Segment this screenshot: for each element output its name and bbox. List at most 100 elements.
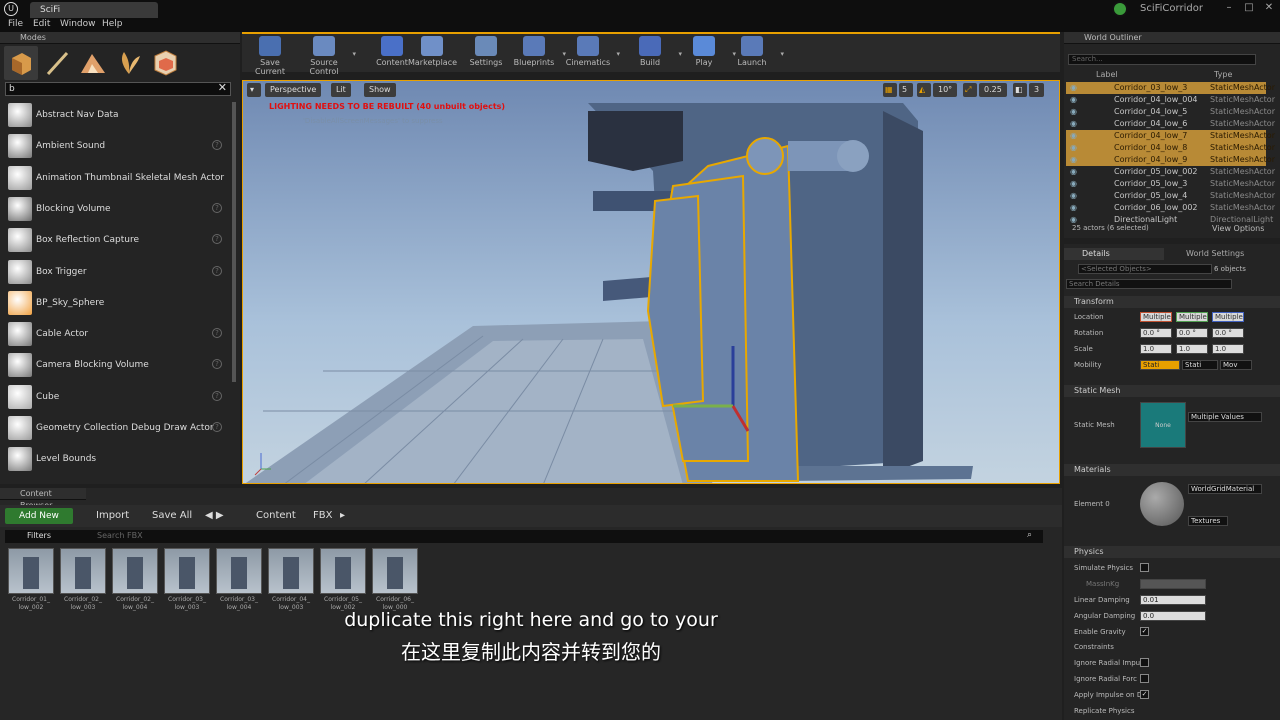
details-tab[interactable]: Details: [1064, 248, 1164, 260]
content-browser-tab[interactable]: Content Browser: [0, 488, 86, 510]
mode-list-item[interactable]: BP_Sky_Sphere: [0, 288, 232, 319]
label-column-header[interactable]: Label: [1096, 70, 1118, 79]
outliner-row[interactable]: ◉ Corridor_05_low_3 StaticMeshActor: [1066, 178, 1275, 190]
asset-tile[interactable]: Corridor_04_ low_003: [268, 548, 314, 618]
document-tab[interactable]: SciFi: [30, 2, 158, 18]
help-icon[interactable]: ?: [212, 359, 222, 370]
level-viewport[interactable]: ▾ Perspective Lit Show LIGHTING NEEDS TO…: [242, 80, 1060, 484]
mobility-static-button[interactable]: Stati: [1140, 360, 1180, 370]
mode-list-item[interactable]: Cable Actor?: [0, 319, 232, 350]
minimize-icon[interactable]: –: [1222, 2, 1236, 14]
details-search-input[interactable]: Search Details: [1066, 279, 1232, 289]
modes-search-input[interactable]: b ✕: [5, 82, 231, 96]
visibility-eye-icon[interactable]: ◉: [1070, 190, 1077, 202]
asset-tile[interactable]: Corridor_05_ low_002: [320, 548, 366, 618]
build-button[interactable]: Build ▾: [626, 36, 682, 72]
transform-section[interactable]: Transform: [1064, 296, 1280, 308]
mode-list-item[interactable]: Animation Thumbnail Skeletal Mesh Actor: [0, 163, 232, 194]
path-fbx[interactable]: FBX: [313, 510, 332, 521]
scale-x-field[interactable]: 1.0: [1140, 344, 1172, 354]
outliner-row[interactable]: ◉ Corridor_04_low_5 StaticMeshActor: [1066, 106, 1275, 118]
outliner-row[interactable]: ◉ Corridor_04_low_8 StaticMeshActor: [1066, 142, 1275, 154]
location-x-field[interactable]: Multiple: [1140, 312, 1172, 322]
asset-tile[interactable]: Corridor_06_ low_000: [372, 548, 418, 618]
simulate-physics-checkbox[interactable]: [1140, 563, 1149, 572]
mobility-movable-button[interactable]: Mov: [1220, 360, 1252, 370]
asset-tile[interactable]: Corridor_02_ low_003: [60, 548, 106, 618]
import-button[interactable]: Import: [96, 510, 129, 521]
grid-size[interactable]: 5: [899, 83, 913, 97]
blueprints-button[interactable]: Blueprints ▾: [510, 36, 566, 72]
settings-button[interactable]: Settings: [462, 36, 510, 72]
mode-list-item[interactable]: Geometry Collection Debug Draw Actor?: [0, 413, 232, 444]
physics-section[interactable]: Physics: [1064, 546, 1280, 558]
world-outliner-tab[interactable]: World Outliner: [1064, 32, 1280, 44]
save-current-button[interactable]: Save Current: [246, 36, 294, 76]
save-all-button[interactable]: Save All: [152, 510, 192, 521]
cinematics-button[interactable]: Cinematics ▾: [564, 36, 620, 72]
paint-mode-icon[interactable]: [40, 46, 74, 80]
add-new-button[interactable]: Add New: [5, 508, 73, 524]
visibility-eye-icon[interactable]: ◉: [1070, 118, 1077, 130]
help-icon[interactable]: ?: [212, 265, 222, 276]
mode-list-item[interactable]: Box Reflection Capture?: [0, 225, 232, 256]
selected-objects-field[interactable]: <Selected Objects>: [1078, 264, 1212, 274]
static-mesh-section[interactable]: Static Mesh: [1064, 385, 1280, 397]
camera-speed-value[interactable]: 3: [1029, 83, 1045, 97]
help-icon[interactable]: ?: [212, 328, 222, 339]
type-column-header[interactable]: Type: [1214, 70, 1232, 79]
visibility-eye-icon[interactable]: ◉: [1070, 166, 1077, 178]
play-button[interactable]: Play ▾: [680, 36, 736, 72]
mode-list-item[interactable]: Abstract Nav Data: [0, 100, 232, 131]
apply-impulse-checkbox[interactable]: ✓: [1140, 690, 1149, 699]
marketplace-button[interactable]: Marketplace: [408, 36, 457, 72]
grid-snap-icon[interactable]: ▦: [883, 83, 897, 97]
history-back-icon[interactable]: ◀ ▶: [205, 510, 224, 521]
geometry-mode-icon[interactable]: [148, 46, 182, 80]
outliner-row[interactable]: ◉ Corridor_06_low_002 StaticMeshActor: [1066, 202, 1275, 214]
mode-list-item[interactable]: Ambient Sound?: [0, 131, 232, 162]
location-z-field[interactable]: Multiple: [1212, 312, 1244, 322]
static-mesh-thumbnail[interactable]: None: [1140, 402, 1186, 448]
linear-damping-field[interactable]: 0.01: [1140, 595, 1206, 605]
visibility-eye-icon[interactable]: ◉: [1070, 82, 1077, 94]
menu-help[interactable]: Help: [102, 19, 123, 29]
ignore-radial-force-checkbox[interactable]: [1140, 674, 1149, 683]
mode-list-item[interactable]: Box Trigger?: [0, 257, 232, 288]
rotation-y-field[interactable]: 0.0 °: [1176, 328, 1208, 338]
location-y-field[interactable]: Multiple: [1176, 312, 1208, 322]
mode-list-item[interactable]: Level Bounds: [0, 444, 232, 475]
constraints-label[interactable]: Constraints: [1074, 643, 1114, 651]
path-chevron-icon[interactable]: ▸: [340, 510, 345, 521]
content-search-input[interactable]: Search FBX: [97, 531, 143, 540]
scene-render[interactable]: [243, 81, 1060, 484]
scale-snap-icon[interactable]: ⤢: [963, 83, 977, 97]
rotation-snap-value[interactable]: 10°: [933, 83, 958, 97]
mode-list-item[interactable]: Cube?: [0, 382, 232, 413]
visibility-eye-icon[interactable]: ◉: [1070, 154, 1077, 166]
asset-tile[interactable]: Corridor_03_ low_004: [216, 548, 262, 618]
outliner-row[interactable]: ◉ Corridor_04_low_004 StaticMeshActor: [1066, 94, 1275, 106]
angular-damping-field[interactable]: 0.0: [1140, 611, 1206, 621]
outliner-row[interactable]: ◉ Corridor_05_low_4 StaticMeshActor: [1066, 190, 1275, 202]
rotation-snap-icon[interactable]: ◭: [917, 83, 931, 97]
dropdown-caret-icon[interactable]: ▾: [352, 50, 356, 58]
visibility-eye-icon[interactable]: ◉: [1070, 106, 1077, 118]
mode-list-item[interactable]: Camera Blocking Volume?: [0, 350, 232, 381]
mobility-stationary-button[interactable]: Stati: [1182, 360, 1218, 370]
mass-field[interactable]: [1140, 579, 1206, 589]
help-icon[interactable]: ?: [212, 234, 222, 245]
view-options-button[interactable]: View Options: [1212, 224, 1264, 233]
enable-gravity-checkbox[interactable]: ✓: [1140, 627, 1149, 636]
outliner-search-input[interactable]: Search...: [1068, 54, 1256, 65]
help-icon[interactable]: ?: [212, 390, 222, 401]
viewport-options-button[interactable]: ▾: [247, 83, 261, 97]
material-dropdown[interactable]: WorldGridMaterial: [1188, 484, 1262, 494]
outliner-row[interactable]: ◉ Corridor_03_low_3 StaticMeshActor: [1066, 82, 1275, 94]
rotation-x-field[interactable]: 0.0 °: [1140, 328, 1172, 338]
menu-edit[interactable]: Edit: [33, 19, 50, 29]
ignore-radial-impulse-checkbox[interactable]: [1140, 658, 1149, 667]
world-settings-tab[interactable]: World Settings: [1168, 248, 1268, 260]
material-thumbnail[interactable]: [1140, 482, 1184, 526]
outliner-row[interactable]: ◉ Corridor_04_low_6 StaticMeshActor: [1066, 118, 1275, 130]
